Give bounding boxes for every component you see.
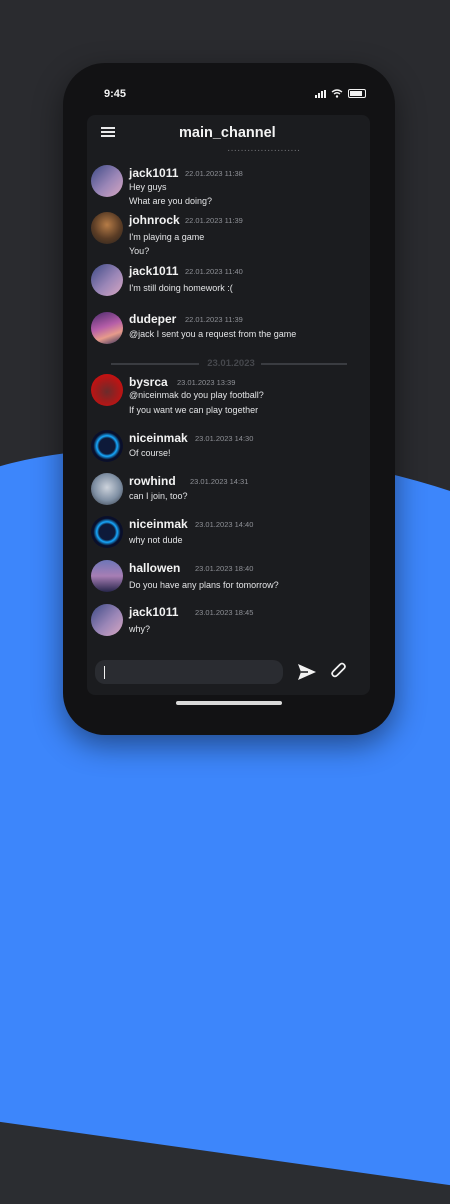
avatar[interactable]	[91, 264, 123, 296]
text-caret	[104, 666, 105, 679]
message-username[interactable]: dudeper	[129, 312, 176, 326]
message-composer	[87, 647, 370, 695]
message-text: can I join, too?	[129, 491, 188, 501]
message-timestamp: 22.01.2023 11:39	[185, 315, 243, 324]
message-text: @niceinmak do you play football?	[129, 390, 264, 400]
message-username[interactable]: niceinmak	[129, 517, 188, 531]
message-text: I'm still doing homework :(	[129, 283, 233, 293]
message-username[interactable]: rowhind	[129, 474, 176, 488]
message-username[interactable]: hallowen	[129, 561, 180, 575]
message-text: Hey guys	[129, 182, 167, 192]
message-text: I'm playing a game	[129, 232, 205, 242]
message-text: @jack I sent you a request from the game	[129, 329, 297, 339]
message-text: You?	[129, 246, 150, 256]
send-icon[interactable]	[297, 663, 317, 681]
avatar[interactable]	[91, 430, 123, 462]
message-timestamp: 23.01.2023 18:40	[195, 564, 254, 573]
message-input[interactable]	[95, 660, 283, 684]
message-username[interactable]: bysrca	[129, 375, 168, 389]
status-time: 9:45	[104, 88, 127, 100]
message-text: Do you have any plans for tomorrow?	[129, 580, 279, 590]
message-text: why not dude	[129, 535, 183, 545]
message-username[interactable]: johnrock	[129, 213, 180, 227]
message-timestamp: 23.01.2023 18:45	[195, 608, 254, 617]
paperclip-icon[interactable]	[329, 661, 349, 681]
message-timestamp: 22.01.2023 11:40	[185, 267, 243, 276]
message-timestamp: 23.01.2023 13:39	[177, 378, 236, 387]
avatar[interactable]	[91, 604, 123, 636]
message-timestamp: 23.01.2023 14:31	[190, 477, 249, 486]
avatar[interactable]	[91, 312, 123, 344]
message-username[interactable]: jack1011	[129, 264, 178, 278]
status-icons	[315, 89, 366, 98]
home-indicator[interactable]	[176, 701, 282, 705]
message-timestamp: 23.01.2023 14:40	[195, 520, 254, 529]
message-text: What are you doing?	[129, 196, 213, 206]
hamburger-menu-icon[interactable]	[101, 127, 115, 137]
signal-icon	[315, 89, 326, 98]
message-username[interactable]: niceinmak	[129, 431, 188, 445]
wifi-icon	[331, 89, 343, 98]
message-text: If you want we can play together	[129, 405, 259, 415]
clipped-previous-message: ······················	[227, 145, 301, 151]
date-divider: 23.01.2023	[111, 358, 347, 369]
message-text: Of course!	[129, 448, 171, 458]
message-text: why?	[129, 624, 151, 634]
divider-line	[111, 363, 199, 365]
message-username[interactable]: jack1011	[129, 605, 178, 619]
avatar[interactable]	[91, 374, 123, 406]
avatar[interactable]	[91, 165, 123, 197]
channel-title: main_channel	[179, 125, 276, 141]
message-username[interactable]: jack1011	[129, 166, 178, 180]
message-timestamp: 22.01.2023 11:38	[185, 169, 243, 178]
avatar[interactable]	[91, 212, 123, 244]
battery-icon	[348, 89, 366, 98]
message-timestamp: 22.01.2023 11:39	[185, 216, 243, 225]
avatar[interactable]	[91, 473, 123, 505]
avatar[interactable]	[91, 560, 123, 592]
divider-date: 23.01.2023	[207, 358, 255, 369]
avatar[interactable]	[91, 516, 123, 548]
divider-line	[261, 363, 347, 365]
message-timestamp: 23.01.2023 14:30	[195, 434, 254, 443]
chat-screen: main_channel ······················ jack…	[87, 115, 370, 695]
